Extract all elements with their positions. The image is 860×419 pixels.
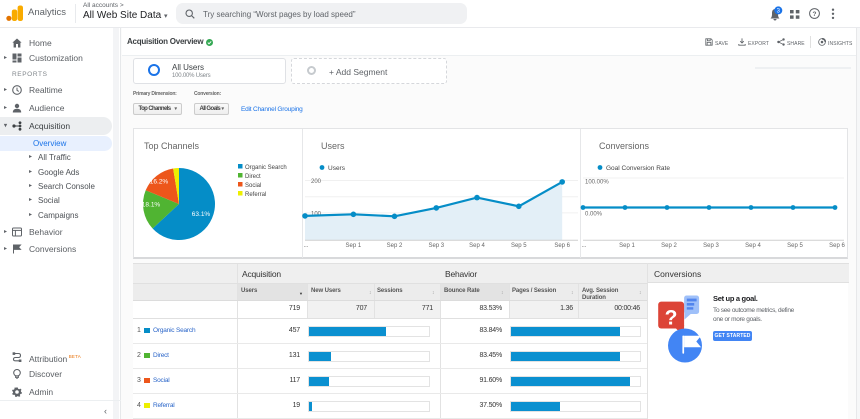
svg-text:Referral: Referral	[245, 192, 266, 198]
svg-text:100.00%: 100.00%	[585, 180, 609, 186]
svg-text:Sep 5: Sep 5	[511, 243, 527, 249]
svg-text:Sep 3: Sep 3	[703, 243, 719, 249]
svg-text:Sep 1: Sep 1	[619, 243, 635, 249]
svg-text:Sep 6: Sep 6	[554, 243, 570, 249]
svg-text:Sep 2: Sep 2	[661, 243, 677, 249]
svg-text:Organic Search: Organic Search	[245, 165, 287, 171]
svg-text:16.2%: 16.2%	[150, 179, 169, 186]
svg-text:Sep 6: Sep 6	[829, 243, 845, 249]
svg-text:Sep 5: Sep 5	[787, 243, 803, 249]
svg-text:?: ?	[813, 11, 817, 18]
svg-text:...: ...	[581, 243, 586, 249]
svg-text:Sep 4: Sep 4	[469, 243, 485, 249]
svg-text:0.00%: 0.00%	[585, 212, 603, 218]
svg-text:Users: Users	[328, 165, 346, 172]
svg-text:Sep 4: Sep 4	[745, 243, 761, 249]
svg-text:Direct: Direct	[245, 174, 261, 180]
svg-text:200: 200	[311, 179, 322, 185]
svg-text:63.1%: 63.1%	[192, 211, 211, 218]
svg-text:Sep 3: Sep 3	[428, 243, 444, 249]
svg-text:Sep 1: Sep 1	[346, 243, 362, 249]
svg-text:18.1%: 18.1%	[142, 202, 161, 209]
svg-text:Sep 2: Sep 2	[387, 243, 403, 249]
svg-text:Goal Conversion Rate: Goal Conversion Rate	[606, 165, 670, 172]
svg-text:Social: Social	[245, 183, 261, 189]
svg-text:...: ...	[303, 243, 308, 249]
svg-text:?: ?	[665, 307, 678, 330]
